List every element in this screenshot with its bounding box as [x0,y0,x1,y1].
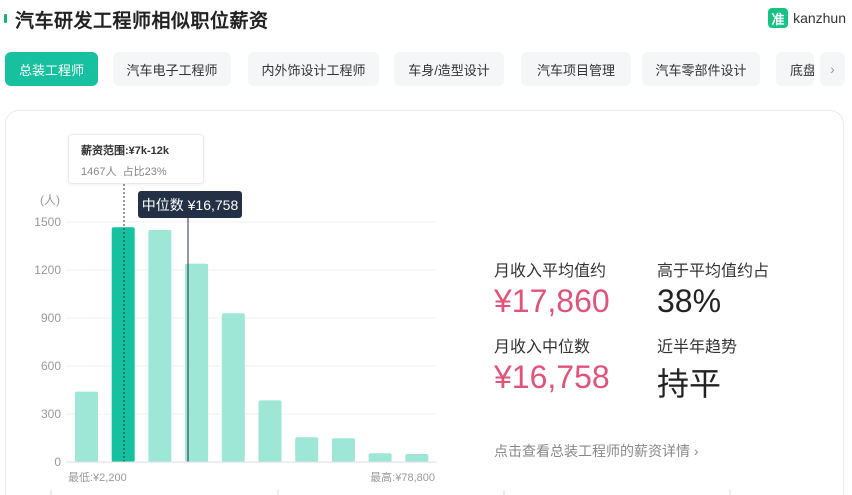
stat-trend-value: 持平 [657,366,722,402]
y-axis-unit: (人) [40,193,60,207]
median-badge: 中位数 ¥16,758 [138,191,242,218]
y-tick-label: 0 [54,455,61,469]
bar[interactable] [75,391,98,462]
bar[interactable] [148,230,172,462]
salary-distribution-chart: (人) 0 300 600 900 1200 1500 最低:¥2,200 最高:¥78,… [34,184,731,495]
stat-average-label: 月收入平均值约 [494,263,607,280]
stat-median: 月收入中位数 ¥16,758 [494,333,610,396]
tooltip-count: 1467人 [81,166,117,178]
stat-above-average-value: 38% [657,283,722,319]
tooltip-share: 占比23% [122,166,167,178]
y-tick-label: 1500 [34,215,61,229]
stat-median-label: 月收入中位数 [494,339,591,356]
stat-median-value: ¥16,758 [494,359,610,395]
x-axis-max-label: 最高:¥78,800 [370,470,435,484]
bar-tooltip: 薪资范围:¥7k-12k 1467人 占比23% [68,134,204,184]
bar[interactable] [405,454,429,462]
stat-average-value: ¥17,860 [494,283,610,319]
tooltip-salary-range: 薪资范围:¥7k-12k [81,145,170,157]
bar-highlighted[interactable] [111,227,135,462]
y-tick-label: 1200 [34,263,61,277]
bar[interactable] [368,453,392,462]
y-tick-label: 300 [41,407,61,421]
stat-above-average-label: 高于平均值约占 [657,263,770,280]
bar[interactable] [295,437,319,462]
salary-detail-link-text: 点击查看总装工程师的薪资详情 [494,443,690,459]
stat-trend-label: 近半年趋势 [657,339,738,356]
bar[interactable] [258,400,282,462]
chevron-right-icon: › [693,443,699,459]
stat-above-average: 高于平均值约占 38% [657,257,769,320]
stat-trend: 近半年趋势 持平 [657,333,737,405]
tooltip-meta: 1467人 占比23% [81,163,203,179]
stat-average: 月收入平均值约 ¥17,860 [494,257,610,320]
y-tick-label: 900 [41,311,61,325]
bar[interactable] [331,438,355,462]
salary-detail-link[interactable]: 点击查看总装工程师的薪资详情 › [494,441,699,461]
bar[interactable] [221,313,245,462]
bar[interactable] [185,263,209,462]
y-tick-label: 600 [41,359,61,373]
x-axis-min-label: 最低:¥2,200 [68,471,127,484]
